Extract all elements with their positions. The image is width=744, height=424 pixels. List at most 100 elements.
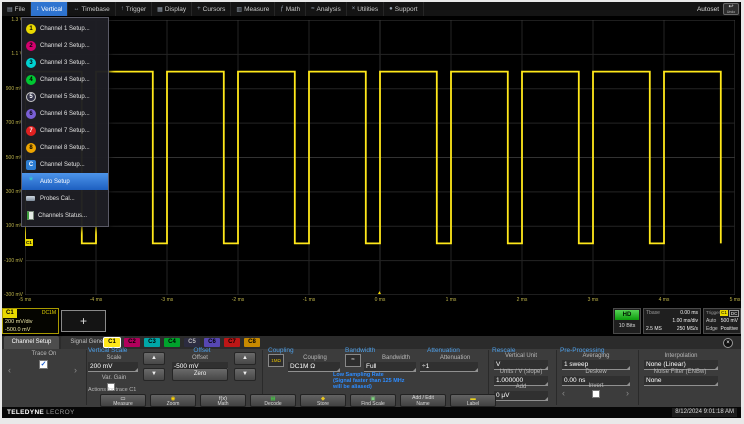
menu-item-label: Channel 6 Setup... bbox=[40, 111, 90, 117]
menu-item-channel-8-setup[interactable]: 8Channel 8 Setup... bbox=[22, 139, 108, 156]
menu-item-auto-setup[interactable]: *Auto Setup bbox=[22, 173, 108, 190]
autoset-undo-button[interactable]: ↩ Undo bbox=[723, 3, 739, 15]
auto-setup-icon: * bbox=[26, 178, 36, 185]
menu-item-label: Channel Setup... bbox=[40, 162, 85, 168]
utilities-icon: × bbox=[352, 6, 356, 12]
waveform-plot bbox=[25, 20, 735, 295]
measure-button[interactable]: ▭Measure bbox=[100, 394, 146, 407]
menu-item-support[interactable]: ●Support bbox=[384, 2, 423, 16]
c1-trace-level-marker[interactable]: C1 bbox=[25, 239, 33, 246]
menu-item-trigger[interactable]: ↑Trigger bbox=[116, 2, 152, 16]
panel-divider bbox=[638, 350, 639, 405]
pre-processing-next-arrow[interactable]: › bbox=[626, 389, 629, 398]
panel-divider bbox=[556, 350, 557, 405]
timebase-row-2: 1.00 ms/div bbox=[644, 317, 700, 325]
trigger-box[interactable]: Trigger C1 DC Auto 500 mV Edge Positive bbox=[703, 308, 741, 334]
y-axis-label: 1.3 V bbox=[1, 17, 23, 23]
trigger-row-3: Edge Positive bbox=[704, 325, 740, 333]
find-scale-button[interactable]: ▣Find Scale bbox=[350, 394, 396, 407]
menu-item-channel-5-setup[interactable]: 5Channel 5 Setup... bbox=[22, 88, 108, 105]
channel-2-icon: 2 bbox=[26, 41, 36, 51]
x-axis-label: 3 ms bbox=[583, 297, 603, 303]
invert-label: Invert bbox=[560, 383, 632, 389]
offset-decrease-button[interactable]: ▼ bbox=[234, 368, 256, 381]
prev-trace-arrow[interactable]: ‹ bbox=[8, 366, 11, 375]
timebase-icon: ↔ bbox=[73, 6, 79, 12]
channel-button-c5[interactable]: C5 bbox=[184, 338, 200, 347]
add-edit-name-button[interactable]: Add / Edit Name bbox=[400, 394, 446, 407]
scale-field[interactable]: 200 mV bbox=[88, 362, 138, 372]
channel-button-c8[interactable]: C8 bbox=[244, 338, 260, 347]
trace-on-checkbox[interactable]: ✓ bbox=[39, 360, 48, 369]
units-per-volt-label: Units / V (slope) bbox=[490, 369, 552, 375]
zero-offset-button[interactable]: Zero bbox=[172, 368, 228, 381]
menu-item-file[interactable]: ▤File bbox=[2, 2, 31, 16]
offset-increase-button[interactable]: ▲ bbox=[234, 352, 256, 365]
averaging-label: Averaging bbox=[560, 353, 632, 359]
support-icon: ● bbox=[389, 6, 393, 12]
add-trace-button[interactable]: + bbox=[61, 310, 106, 332]
noise-filter-label: Noise Filter (ENBw) bbox=[640, 369, 720, 375]
menu-item-label: Display bbox=[165, 6, 186, 13]
menu-item-probes-cal[interactable]: Probes Cal... bbox=[22, 190, 108, 207]
close-dialog-button[interactable]: × bbox=[723, 338, 733, 348]
channels-status-icon bbox=[27, 211, 34, 220]
var-gain-label: Var. Gain bbox=[92, 375, 136, 381]
menu-item-label: Utilities bbox=[357, 6, 378, 13]
channel-button-c4[interactable]: C4 bbox=[164, 338, 180, 347]
bandwidth-field[interactable]: Full bbox=[364, 362, 416, 372]
math-button[interactable]: f(x)Math bbox=[200, 394, 246, 407]
trigger-position-marker[interactable]: ▲ bbox=[377, 291, 382, 296]
next-trace-arrow[interactable]: › bbox=[74, 366, 77, 375]
add-constant-field[interactable]: 0 μV bbox=[494, 391, 548, 401]
channel-button-c2[interactable]: C2 bbox=[124, 338, 140, 347]
label-button[interactable]: ▬Label bbox=[450, 394, 496, 407]
channel-button-c6[interactable]: C6 bbox=[204, 338, 220, 347]
acquisition-box[interactable]: HD 10 Bits bbox=[613, 308, 641, 334]
menu-item-timebase[interactable]: ↔Timebase bbox=[68, 2, 115, 16]
menu-item-channel-1-setup[interactable]: 1Channel 1 Setup... bbox=[22, 20, 108, 37]
noise-filter-field[interactable]: None bbox=[644, 376, 718, 386]
menu-item-measure[interactable]: ▥Measure bbox=[231, 2, 275, 16]
menu-item-channel-7-setup[interactable]: 7Channel 7 Setup... bbox=[22, 122, 108, 139]
decode-button[interactable]: ▦Decode bbox=[250, 394, 296, 407]
invert-checkbox[interactable] bbox=[592, 390, 600, 398]
menu-item-channel-6-setup[interactable]: 6Channel 6 Setup... bbox=[22, 105, 108, 122]
channel-button-c1[interactable]: C1 bbox=[104, 338, 120, 347]
channel-button-c7[interactable]: C7 bbox=[224, 338, 240, 347]
timebase-box[interactable]: Tbase 0.00 ms 1.00 ms/div 2.5 MS 250 MS/… bbox=[643, 308, 701, 334]
menu-item-math[interactable]: ƒMath bbox=[275, 2, 306, 16]
menu-item-label: Channel 3 Setup... bbox=[40, 60, 90, 66]
c1-descriptor-box[interactable]: C1 DC1M 200 mV/div -500.0 mV bbox=[2, 308, 59, 334]
menu-item-display[interactable]: ▦Display bbox=[152, 2, 192, 16]
trigger-type: Edge bbox=[706, 325, 718, 333]
trigger-mode: Auto bbox=[706, 317, 716, 325]
channel-button-c3[interactable]: C3 bbox=[144, 338, 160, 347]
menu-item-vertical[interactable]: ↕Vertical bbox=[31, 2, 68, 16]
channel-4-icon: 4 bbox=[26, 75, 36, 85]
pre-processing-prev-arrow[interactable]: ‹ bbox=[562, 389, 565, 398]
menu-item-cursors[interactable]: +Cursors bbox=[192, 2, 231, 16]
menu-item-analysis[interactable]: ≈Analysis bbox=[306, 2, 347, 16]
menu-item-channel-2-setup[interactable]: 2Channel 2 Setup... bbox=[22, 37, 108, 54]
attenuation-field[interactable]: ÷1 bbox=[420, 362, 478, 372]
menu-item-label: Cursors bbox=[203, 6, 226, 13]
coupling-field[interactable]: DC1M Ω bbox=[288, 362, 340, 372]
menu-item-utilities[interactable]: ×Utilities bbox=[347, 2, 384, 16]
c1-descriptor-offset: -500.0 mV bbox=[3, 326, 58, 334]
menu-item-channel-setup[interactable]: CChannel Setup... bbox=[22, 156, 108, 173]
menu-item-label: Channel 4 Setup... bbox=[40, 77, 90, 83]
channel-7-icon: 7 bbox=[26, 126, 36, 136]
scale-increase-button[interactable]: ▲ bbox=[143, 352, 165, 365]
tab-channel-setup[interactable]: Channel Setup bbox=[4, 336, 59, 349]
y-axis-label: -100 mV bbox=[1, 258, 23, 264]
scale-decrease-button[interactable]: ▼ bbox=[143, 368, 165, 381]
menu-item-channel-3-setup[interactable]: 3Channel 3 Setup... bbox=[22, 54, 108, 71]
zoom-button[interactable]: ◉Zoom bbox=[150, 394, 196, 407]
menu-item-channels-status[interactable]: Channels Status... bbox=[22, 207, 108, 224]
store-button[interactable]: ◆Store bbox=[300, 394, 346, 407]
trigger-row-1: Trigger C1 DC bbox=[704, 309, 740, 317]
menu-item-channel-4-setup[interactable]: 4 Channel 4 Setup... bbox=[22, 71, 108, 88]
timebase-per-div: 1.00 ms/div bbox=[672, 317, 698, 325]
autoset-button[interactable]: Autoset bbox=[697, 6, 719, 13]
